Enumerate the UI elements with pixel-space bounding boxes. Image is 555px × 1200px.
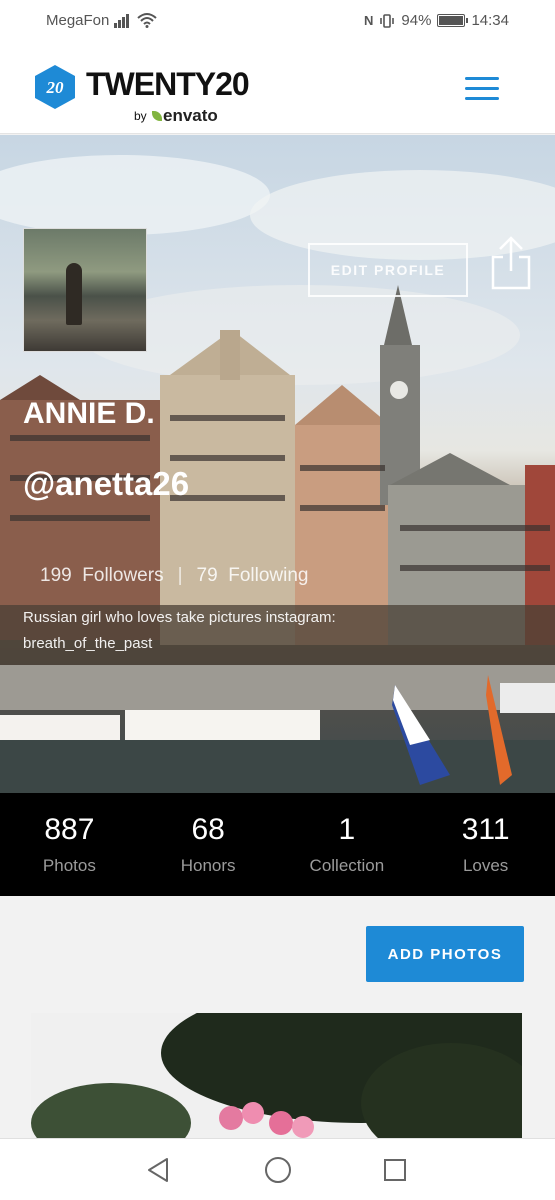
bio-line: breath_of_the_past — [23, 635, 153, 652]
battery-icon — [437, 14, 469, 27]
stat-value: 68 — [191, 813, 225, 846]
profile-avatar[interactable] — [23, 228, 147, 352]
stat-honors[interactable]: 68 Honors — [139, 793, 278, 896]
add-photos-button[interactable]: ADD PHOTOS — [366, 926, 524, 982]
followers-label: Followers — [82, 565, 164, 586]
following-label: Following — [228, 565, 309, 586]
signal-icon — [114, 12, 132, 28]
bio-line: Russian girl who loves take pictures ins… — [23, 609, 336, 626]
envato-leaf-icon — [152, 111, 162, 121]
status-bar: MegaFon N 94% 14:34 — [0, 0, 555, 42]
share-icon[interactable] — [490, 235, 532, 291]
battery-percent: 94% — [401, 12, 432, 29]
twenty20-logo-icon[interactable]: 20 — [34, 64, 76, 110]
system-nav-bar — [0, 1138, 555, 1200]
wifi-icon — [137, 13, 157, 28]
edit-profile-button[interactable]: EDIT PROFILE — [308, 243, 468, 297]
logo-by: by — [134, 109, 147, 123]
vibrate-icon — [380, 13, 395, 28]
avatar-person — [66, 263, 82, 325]
logo-mark: 20 — [46, 78, 65, 97]
profile-cover: EDIT PROFILE ANNIE D. @anetta26 199 Foll… — [0, 135, 555, 793]
stat-loves[interactable]: 311 Loves — [416, 793, 555, 896]
home-icon[interactable] — [265, 1157, 291, 1183]
carrier-label: MegaFon — [46, 12, 110, 29]
stat-label: Honors — [180, 856, 236, 875]
stat-value: 887 — [44, 813, 95, 846]
recent-apps-icon[interactable] — [384, 1159, 406, 1181]
following-link[interactable]: 79 Following — [197, 565, 309, 587]
hamburger-menu-button[interactable] — [465, 77, 501, 101]
following-count: 79 — [196, 565, 218, 586]
envato-logo: envato — [152, 106, 218, 126]
stats-bar: 887 Photos 68 Honors 1 Collection 311 Lo… — [0, 793, 555, 896]
followers-link[interactable]: 199 Followers — [40, 565, 164, 587]
stat-label: Photos — [42, 856, 96, 875]
profile-handle: @anetta26 — [23, 465, 190, 502]
profile-bio: Russian girl who loves take pictures ins… — [23, 605, 443, 657]
profile-name: ANNIE D. — [23, 397, 155, 430]
envato-label: envato — [163, 106, 218, 125]
photo-thumbnail — [31, 1013, 522, 1143]
stat-collection[interactable]: 1 Collection — [278, 793, 417, 896]
app-header: 20 TWENTY20 by envato — [0, 42, 555, 134]
logo-wordmark: TWENTY20 — [86, 66, 250, 102]
nfc-icon: N — [364, 13, 374, 28]
stat-photos[interactable]: 887 Photos — [0, 793, 139, 896]
follow-stats: 199 Followers | 79 Following — [40, 565, 308, 587]
clock: 14:34 — [471, 12, 509, 29]
followers-count: 199 — [40, 565, 72, 586]
photo-card[interactable] — [31, 1013, 522, 1143]
back-icon[interactable] — [146, 1157, 172, 1183]
stat-label: Loves — [462, 856, 509, 875]
stat-value: 311 — [461, 813, 510, 846]
stat-label: Collection — [309, 856, 385, 875]
follow-separator: | — [177, 565, 183, 586]
stat-value: 1 — [338, 813, 356, 846]
status-right: N 94% 14:34 — [364, 12, 509, 29]
profile-page: MegaFon N 94% 14:34 20 TWENTY20 by envat… — [0, 0, 555, 1200]
